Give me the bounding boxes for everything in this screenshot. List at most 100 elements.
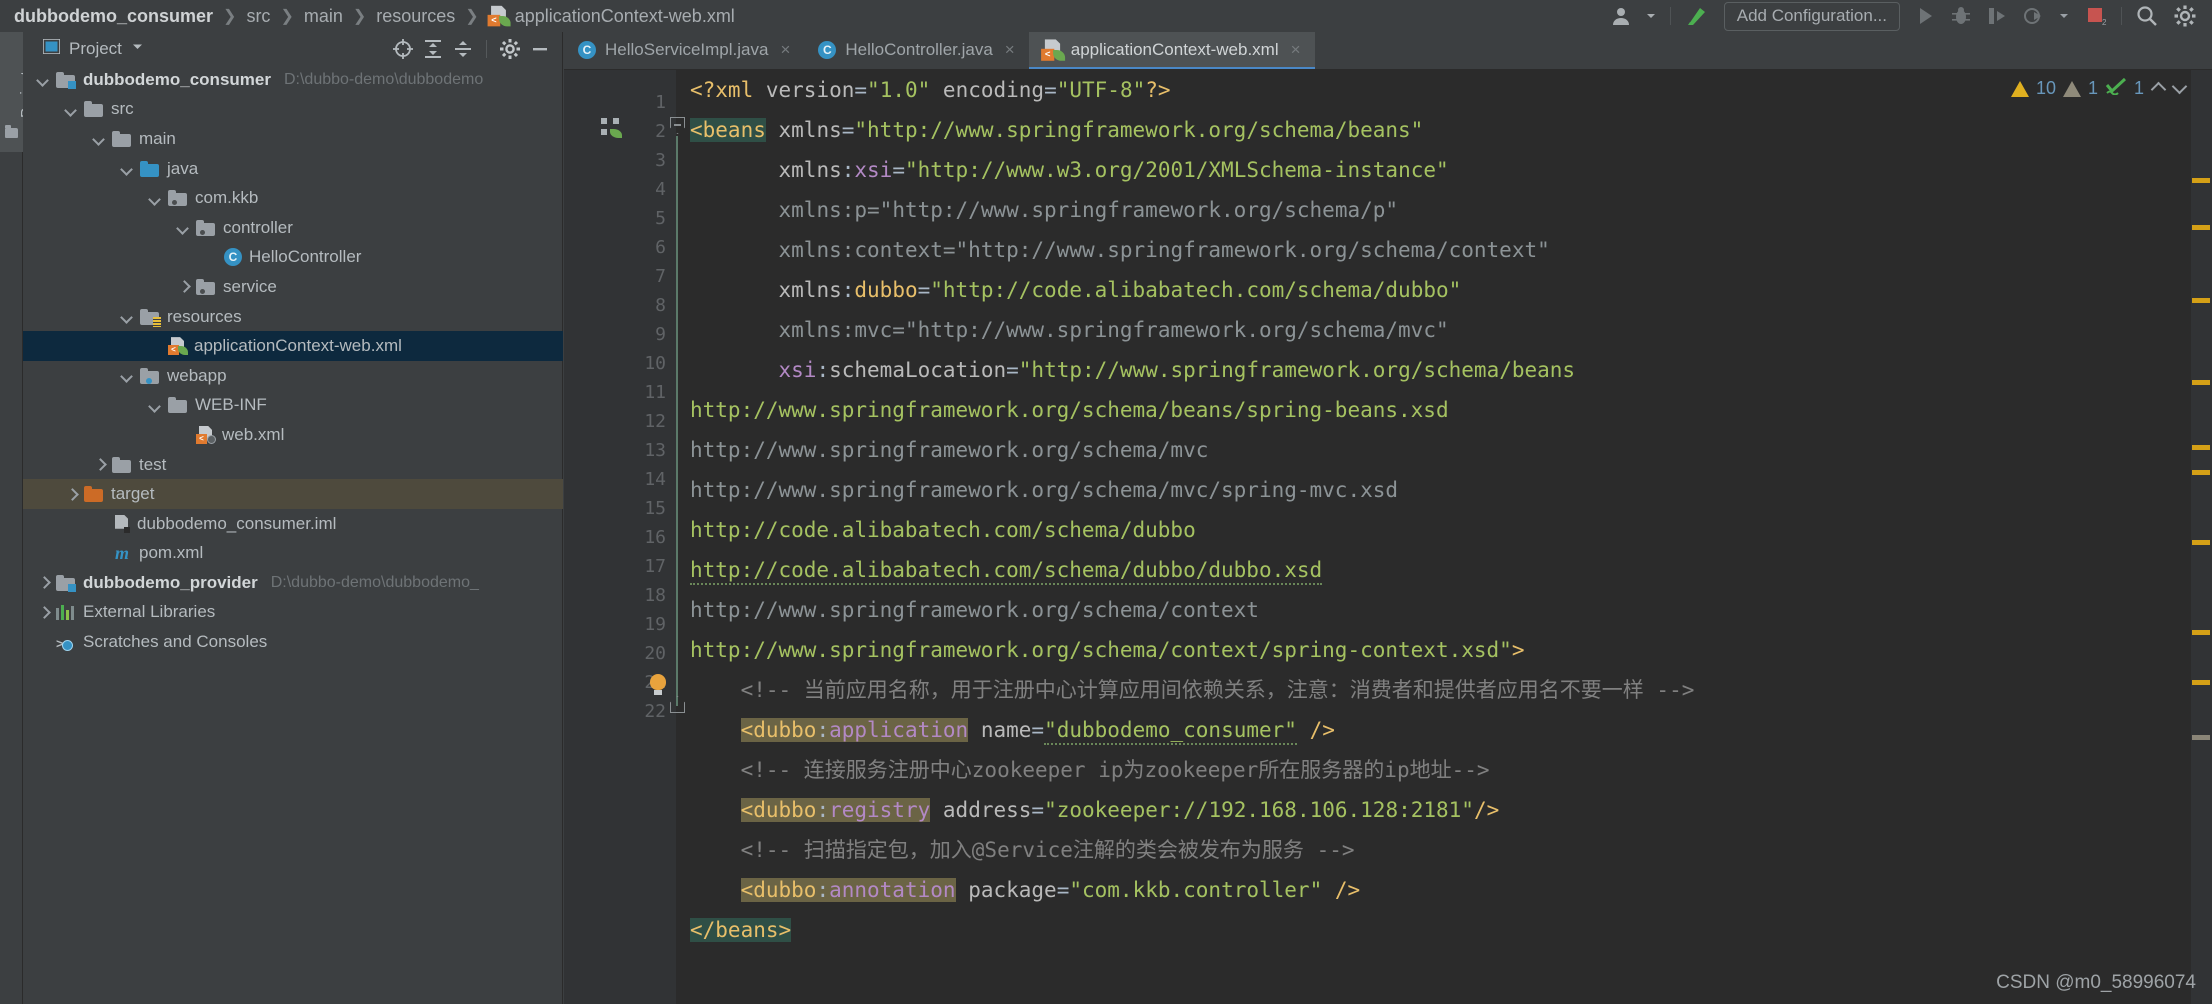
chevron-right-icon[interactable] xyxy=(37,606,50,619)
tree-item-web-xml[interactable]: < web.xml xyxy=(23,420,563,450)
breadcrumb-item-src[interactable]: src xyxy=(246,0,270,32)
tree-item-iml[interactable]: dubbodemo_consumer.iml xyxy=(23,509,563,539)
chevron-down-icon[interactable] xyxy=(121,369,134,382)
chevron-down-icon[interactable] xyxy=(149,192,162,205)
tree-item-label: Scratches and Consoles xyxy=(83,632,268,652)
chevron-up-icon[interactable] xyxy=(2151,82,2165,96)
tree-item-src[interactable]: src xyxy=(23,95,563,125)
run-icon[interactable] xyxy=(1907,0,1943,32)
line-number-gutter: 1 2 3 4 5 6 7 8 9 10 11 12 13 14 15 16 1… xyxy=(564,70,676,1004)
spring-bean-icon[interactable] xyxy=(601,118,623,140)
stripe-marker-typo[interactable] xyxy=(2192,735,2210,740)
tree-item-service[interactable]: service xyxy=(23,272,563,302)
chevron-down-icon[interactable] xyxy=(149,399,162,412)
stripe-marker-warning[interactable] xyxy=(2192,225,2210,230)
tree-item-pom-xml[interactable]: m pom.xml xyxy=(23,539,563,569)
code-line-14: http://www.springframework.org/schema/co… xyxy=(690,598,1259,622)
chevron-right-icon[interactable] xyxy=(177,280,190,293)
hide-icon[interactable] xyxy=(526,35,554,63)
tree-item-test[interactable]: test xyxy=(23,450,563,480)
fold-collapse-icon[interactable] xyxy=(670,117,685,134)
add-configuration-button[interactable]: Add Configuration... xyxy=(1717,0,1907,32)
chevron-down-icon[interactable] xyxy=(2051,0,2077,32)
tree-item-webapp[interactable]: webapp xyxy=(23,361,563,391)
module-folder-icon xyxy=(56,71,76,89)
tab-helloserviceimpl-java[interactable]: C HelloServiceImpl.java × xyxy=(564,32,804,69)
chevron-down-icon[interactable] xyxy=(2172,82,2186,96)
tree-item-scratches-and-consoles[interactable]: >_ Scratches and Consoles xyxy=(23,627,563,657)
tree-item-dubbodemo-consumer[interactable]: dubbodemo_consumer D:\dubbo-demo\dubbode… xyxy=(23,65,563,95)
tree-item-target[interactable]: target xyxy=(23,479,563,509)
breadcrumb-item-file[interactable]: < applicationContext-web.xml xyxy=(487,0,735,32)
run-with-coverage-icon[interactable] xyxy=(1979,0,2015,32)
top-toolbar: dubbodemo_consumer ❯ src ❯ main ❯ resour… xyxy=(0,0,2212,32)
chevron-down-icon[interactable] xyxy=(121,162,134,175)
close-icon[interactable]: × xyxy=(1005,40,1015,60)
stripe-marker-warning[interactable] xyxy=(2192,470,2210,475)
tree-item-applicationcontext-web-xml[interactable]: < applicationContext-web.xml xyxy=(23,331,563,361)
stripe-marker-warning[interactable] xyxy=(2192,298,2210,303)
scratch-icon: >_ xyxy=(56,633,76,652)
chevron-right-icon[interactable] xyxy=(65,488,78,501)
chevron-down-icon[interactable] xyxy=(65,103,78,116)
error-stripe-marker-bar[interactable] xyxy=(2190,70,2212,1004)
tree-item-hellocontroller[interactable]: C HelloController xyxy=(23,243,563,273)
tree-item-com-kkb[interactable]: com.kkb xyxy=(23,183,563,213)
chevron-right-icon[interactable] xyxy=(93,458,106,471)
expand-all-icon[interactable] xyxy=(419,35,447,63)
tree-item-label: resources xyxy=(167,306,242,326)
project-title-group[interactable]: Project xyxy=(23,37,144,59)
chevron-down-icon[interactable] xyxy=(121,310,134,323)
chevron-right-icon[interactable] xyxy=(37,576,50,589)
settings-icon[interactable] xyxy=(2166,0,2204,32)
locate-icon[interactable] xyxy=(389,35,417,63)
chevron-down-icon[interactable] xyxy=(37,73,50,86)
watermark: CSDN @m0_58996074 xyxy=(1996,972,2196,993)
inspection-widget[interactable]: 10 1 1 xyxy=(2010,77,2186,100)
debug-icon[interactable] xyxy=(1943,0,1979,32)
profiler-icon[interactable] xyxy=(2015,0,2051,32)
tree-item-dubbodemo-provider[interactable]: dubbodemo_provider D:\dubbo-demo\dubbode… xyxy=(23,568,563,598)
stripe-marker-warning[interactable] xyxy=(2192,540,2210,545)
package-icon xyxy=(196,219,216,236)
tree-item-main[interactable]: main xyxy=(23,124,563,154)
close-icon[interactable]: × xyxy=(1291,40,1301,60)
chevron-down-icon[interactable] xyxy=(1638,0,1664,32)
close-icon[interactable]: × xyxy=(780,40,790,60)
fold-end-icon[interactable] xyxy=(670,696,685,713)
tree-item-external-libraries[interactable]: External Libraries xyxy=(23,598,563,628)
chevron-down-icon[interactable] xyxy=(131,40,144,58)
breadcrumb-item-main[interactable]: main xyxy=(304,0,343,32)
stripe-marker-warning[interactable] xyxy=(2192,630,2210,635)
chevron-down-icon[interactable] xyxy=(93,132,106,145)
code-editor[interactable]: 1 2 3 4 5 6 7 8 9 10 11 12 13 14 15 16 1… xyxy=(564,70,2212,1004)
code-text[interactable]: <?xml version="1.0" encoding="UTF-8"?> <… xyxy=(690,70,2160,1004)
chevron-down-icon[interactable] xyxy=(177,221,190,234)
breadcrumb-file-label: applicationContext-web.xml xyxy=(514,6,735,26)
search-icon[interactable] xyxy=(2128,0,2166,32)
stripe-marker-warning[interactable] xyxy=(2192,380,2210,385)
user-icon[interactable] xyxy=(1604,0,1638,32)
code-folding-gutter[interactable] xyxy=(662,70,690,1004)
tree-item-resources[interactable]: resources xyxy=(23,302,563,332)
code-line-21: <dubbo:annotation package="com.kkb.contr… xyxy=(740,878,1361,902)
breadcrumb-item-resources[interactable]: resources xyxy=(376,0,455,32)
breadcrumb-separator: ❯ xyxy=(280,8,294,25)
tree-item-controller[interactable]: controller xyxy=(23,213,563,243)
stripe-marker-warning[interactable] xyxy=(2192,178,2210,183)
stripe-marker-warning[interactable] xyxy=(2192,680,2210,685)
tree-item-web-inf[interactable]: WEB-INF xyxy=(23,391,563,421)
tool-window-button-project[interactable]: Project xyxy=(0,32,35,152)
stripe-marker-warning[interactable] xyxy=(2192,445,2210,450)
updates-icon[interactable] xyxy=(1677,0,1717,32)
breadcrumb-item-project[interactable]: dubbodemo_consumer xyxy=(14,0,213,32)
tree-item-label: dubbodemo_consumer.iml xyxy=(137,513,337,533)
tree-item-java[interactable]: java xyxy=(23,154,563,184)
folder-icon xyxy=(112,456,132,473)
stop-icon[interactable]: 2 xyxy=(2077,0,2115,32)
collapse-all-icon[interactable] xyxy=(449,35,477,63)
tab-applicationcontext-web-xml[interactable]: < applicationContext-web.xml × xyxy=(1028,32,1315,69)
tab-hellocontroller-java[interactable]: C HelloController.java × xyxy=(804,32,1028,69)
settings-icon[interactable] xyxy=(496,35,524,63)
